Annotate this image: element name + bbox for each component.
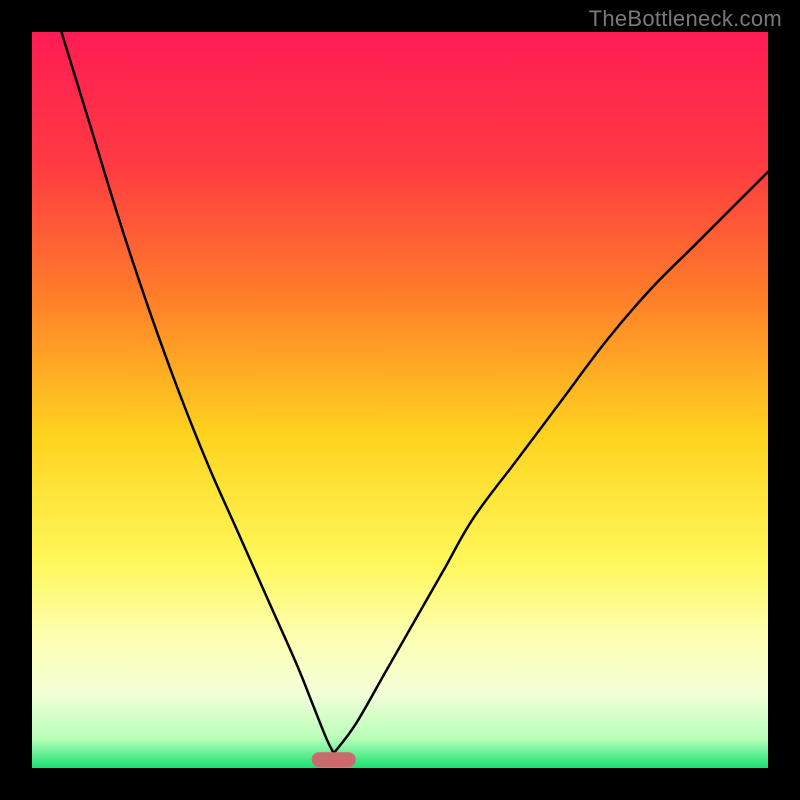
chart-background xyxy=(32,32,768,768)
bottleneck-chart xyxy=(32,32,768,768)
chart-svg xyxy=(32,32,768,768)
watermark-text: TheBottleneck.com xyxy=(589,6,782,32)
optimum-marker xyxy=(312,752,356,767)
